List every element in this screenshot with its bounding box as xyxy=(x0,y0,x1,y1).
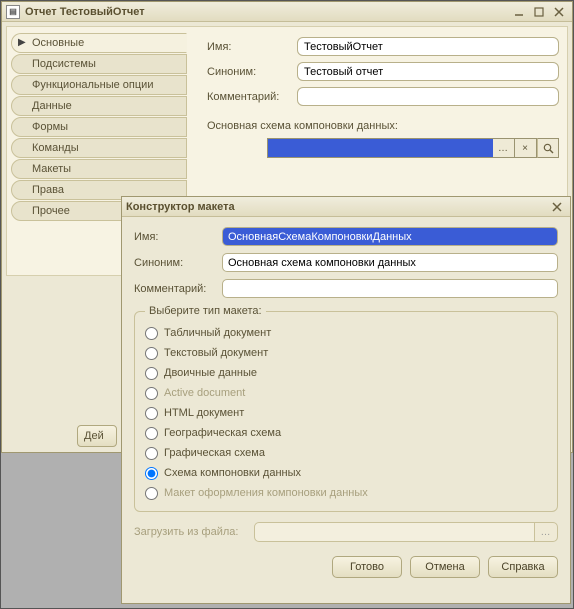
modal-synonym-label: Синоним: xyxy=(134,257,222,269)
modal-close-button[interactable] xyxy=(548,200,566,214)
sidebar-item-label: Формы xyxy=(32,121,68,133)
modal-synonym-input[interactable] xyxy=(222,253,558,272)
sidebar-item-label: Прочее xyxy=(32,205,70,217)
file-pick-button[interactable]: … xyxy=(534,522,558,542)
radio-dcs-appearance[interactable] xyxy=(145,487,158,500)
name-label: Имя: xyxy=(207,41,297,53)
window-titlebar: ▤ Отчет ТестовыйОтчет xyxy=(2,2,572,22)
sidebar-item-commands[interactable]: Команды xyxy=(11,138,187,158)
radio-label: Двоичные данные xyxy=(164,367,257,379)
radio-label: Active document xyxy=(164,387,245,399)
sidebar-item-label: Макеты xyxy=(32,163,71,175)
sidebar-item-functional-options[interactable]: Функциональные опции xyxy=(11,75,187,95)
radio-label: Табличный документ xyxy=(164,327,271,339)
cancel-button[interactable]: Отмена xyxy=(410,556,480,578)
radio-geo-schema[interactable] xyxy=(145,427,158,440)
schema-pick-button[interactable]: … xyxy=(493,138,515,158)
radio-binary[interactable] xyxy=(145,367,158,380)
modal-name-label: Имя: xyxy=(134,231,222,243)
radio-graphic-schema[interactable] xyxy=(145,447,158,460)
template-constructor-dialog: Конструктор макета Имя: Синоним: Коммент… xyxy=(121,196,571,604)
synonym-input[interactable] xyxy=(297,62,559,81)
modal-title: Конструктор макета xyxy=(126,201,546,213)
sidebar-item-forms[interactable]: Формы xyxy=(11,117,187,137)
help-button[interactable]: Справка xyxy=(488,556,558,578)
modal-comment-input[interactable] xyxy=(222,279,558,298)
sidebar-item-subsystems[interactable]: Подсистемы xyxy=(11,54,187,74)
schema-label: Основная схема компоновки данных: xyxy=(207,120,559,132)
actions-button[interactable]: Дей xyxy=(77,425,117,447)
ok-button[interactable]: Готово xyxy=(332,556,402,578)
radio-html[interactable] xyxy=(145,407,158,420)
template-type-legend: Выберите тип макета: xyxy=(145,305,266,317)
modal-name-input[interactable] xyxy=(222,227,558,246)
sidebar-item-data[interactable]: Данные xyxy=(11,96,187,116)
sidebar-item-templates[interactable]: Макеты xyxy=(11,159,187,179)
radio-label: Географическая схема xyxy=(164,427,281,439)
schema-open-button[interactable] xyxy=(537,138,559,158)
radio-active-document[interactable] xyxy=(145,387,158,400)
sidebar-item-label: Права xyxy=(32,184,64,196)
sidebar-item-label: Команды xyxy=(32,142,79,154)
sidebar-item-label: Данные xyxy=(32,100,72,112)
magnifier-icon xyxy=(543,143,554,154)
radio-label: Графическая схема xyxy=(164,447,265,459)
synonym-label: Синоним: xyxy=(207,66,297,78)
comment-label: Комментарий: xyxy=(207,91,297,103)
radio-spreadsheet[interactable] xyxy=(145,327,158,340)
modal-comment-label: Комментарий: xyxy=(134,283,222,295)
file-label: Загрузить из файла: xyxy=(134,526,254,538)
sidebar-item-label: Основные xyxy=(32,37,84,49)
sidebar-item-label: Функциональные опции xyxy=(32,79,153,91)
comment-input[interactable] xyxy=(297,87,559,106)
radio-text[interactable] xyxy=(145,347,158,360)
close-button[interactable] xyxy=(550,5,568,19)
modal-titlebar: Конструктор макета xyxy=(122,197,570,217)
radio-label: Текстовый документ xyxy=(164,347,268,359)
radio-label: Схема компоновки данных xyxy=(164,467,301,479)
window-title: Отчет ТестовыйОтчет xyxy=(25,6,508,18)
schema-clear-button[interactable]: × xyxy=(515,138,537,158)
sidebar-item-label: Подсистемы xyxy=(32,58,96,70)
template-type-group: Выберите тип макета: Табличный документ … xyxy=(134,305,558,512)
radio-dcs[interactable] xyxy=(145,467,158,480)
name-input[interactable] xyxy=(297,37,559,56)
minimize-button[interactable] xyxy=(510,5,528,19)
report-icon: ▤ xyxy=(6,5,20,19)
schema-field[interactable] xyxy=(267,138,493,158)
radio-label: Макет оформления компоновки данных xyxy=(164,487,368,499)
maximize-button[interactable] xyxy=(530,5,548,19)
file-field xyxy=(254,522,534,542)
sidebar-item-main[interactable]: Основные xyxy=(11,33,187,53)
radio-label: HTML документ xyxy=(164,407,244,419)
